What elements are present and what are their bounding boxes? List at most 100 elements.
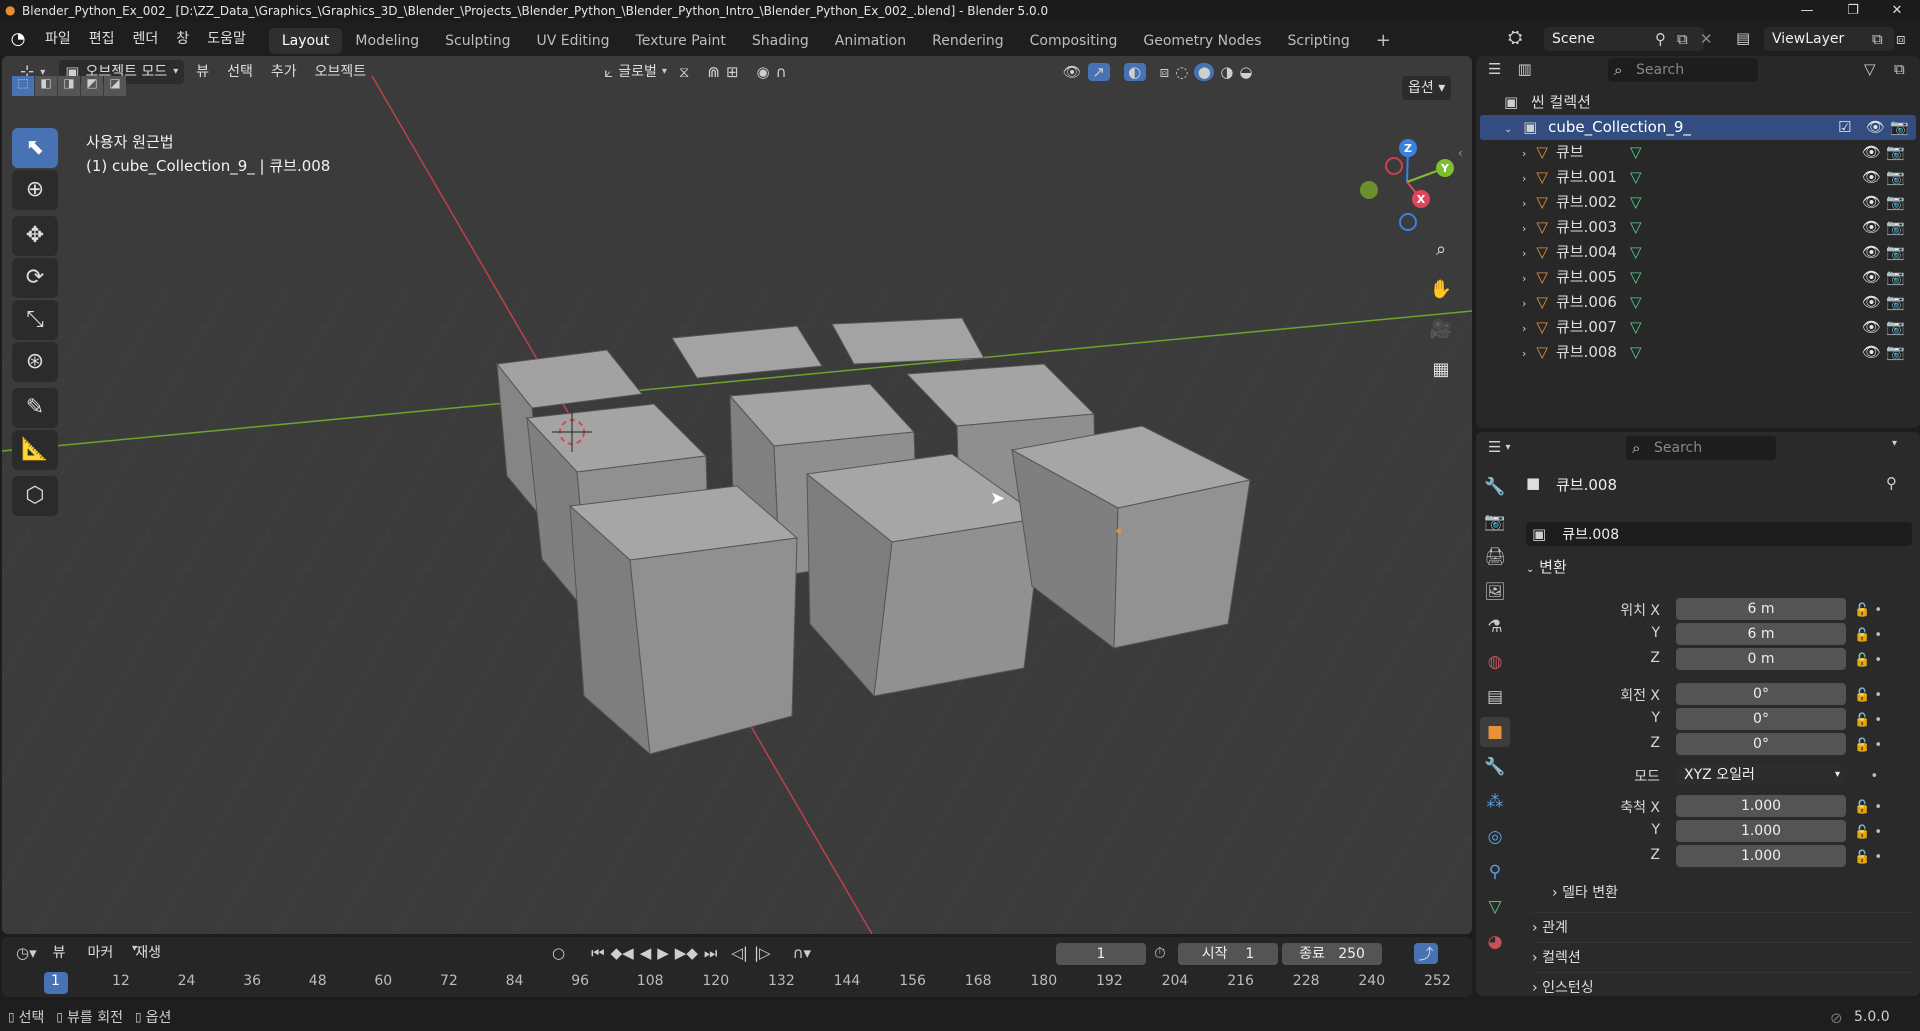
modifier-tab-icon[interactable]: 🔧: [1480, 752, 1510, 782]
blender-menu-icon[interactable]: ◔: [0, 29, 36, 49]
select-new-icon[interactable]: ⬚: [12, 76, 34, 96]
rotation-y-field[interactable]: 0°: [1676, 708, 1846, 730]
record-icon[interactable]: ○: [552, 944, 565, 962]
jump-end-icon[interactable]: ⏭: [704, 944, 718, 962]
start-frame-field[interactable]: 시작 1: [1178, 943, 1278, 965]
eye-icon[interactable]: 👁: [1862, 215, 1881, 240]
chevron-right-icon[interactable]: ›: [1522, 341, 1526, 366]
timeline-editor-icon[interactable]: ◷▾: [16, 944, 37, 962]
select-difference-icon[interactable]: ◩: [81, 76, 103, 96]
pin-icon[interactable]: ⚲: [1886, 474, 1897, 492]
camera-render-icon[interactable]: 📷: [1886, 315, 1905, 340]
lock-icon[interactable]: 🔓 •: [1854, 845, 1894, 870]
cursor-tool-icon[interactable]: ⊕: [12, 170, 58, 210]
outliner-object-row[interactable]: › ▽ 큐브.002 ▽ 👁 📷: [1476, 190, 1916, 215]
object-name-field[interactable]: ▣ 큐브.008: [1526, 522, 1912, 546]
relations-section[interactable]: › 관계: [1532, 912, 1912, 937]
camera-render-icon[interactable]: 📷: [1886, 340, 1905, 365]
object-tab-icon[interactable]: ■: [1480, 717, 1510, 747]
snap-target-icon[interactable]: ⊞: [726, 63, 739, 81]
tab-geometry-nodes[interactable]: Geometry Nodes: [1130, 28, 1274, 54]
tab-scripting[interactable]: Scripting: [1274, 28, 1362, 54]
properties-search-input[interactable]: Search: [1626, 436, 1776, 460]
outliner-object-row[interactable]: › ▽ 큐브.007 ▽ 👁 📷: [1476, 315, 1916, 340]
cube-back-right[interactable]: [831, 317, 985, 365]
camera-render-icon[interactable]: 📷: [1886, 240, 1905, 265]
wireframe-shading-icon[interactable]: ◌: [1175, 63, 1188, 81]
close-button[interactable]: ✕: [1874, 0, 1920, 22]
collection-row[interactable]: ⌄ ▣ cube_Collection_9_ ☑ 👁 📷: [1480, 115, 1916, 140]
lock-icon[interactable]: 🔓 •: [1854, 683, 1894, 708]
measure-tool-icon[interactable]: 📐: [12, 430, 58, 470]
scale-x-field[interactable]: 1.000: [1676, 795, 1846, 817]
jump-start-icon[interactable]: ⏮: [591, 944, 605, 962]
data-tab-icon[interactable]: ▽: [1480, 892, 1510, 922]
menu-file[interactable]: 파일: [36, 22, 80, 56]
move-tool-icon[interactable]: ✥: [12, 216, 58, 256]
scene-icon[interactable]: ⛭: [1508, 27, 1522, 48]
location-y-field[interactable]: 6 m: [1676, 623, 1846, 645]
menu-edit[interactable]: 편집: [80, 22, 124, 56]
physics-tab-icon[interactable]: ◎: [1480, 822, 1510, 852]
perspective-toggle-icon[interactable]: ▦: [1425, 354, 1457, 386]
options-dropdown[interactable]: 옵션 ▾: [1402, 76, 1452, 100]
tab-layout[interactable]: Layout: [268, 28, 343, 54]
outliner-editor-icon[interactable]: ☰: [1488, 60, 1501, 78]
render-tab-icon[interactable]: 📷: [1480, 507, 1510, 537]
delete-viewlayer-icon[interactable]: ⧈: [1896, 30, 1906, 48]
lock-icon[interactable]: 🔓 •: [1854, 623, 1894, 648]
chevron-right-icon[interactable]: ›: [1522, 241, 1526, 266]
play-icon[interactable]: ▶: [657, 944, 669, 962]
rotate-tool-icon[interactable]: ⟳: [12, 258, 58, 298]
mesh-data-icon[interactable]: ▽: [1630, 190, 1642, 215]
sidebar-toggle-icon[interactable]: ‹: [1458, 146, 1463, 160]
chevron-right-icon[interactable]: ›: [1522, 191, 1526, 216]
pan-hand-icon[interactable]: ✋: [1425, 274, 1457, 306]
delete-scene-icon[interactable]: ✕: [1700, 30, 1713, 48]
lock-icon[interactable]: 🔓 •: [1854, 598, 1894, 623]
material-shading-icon[interactable]: ◑: [1220, 63, 1233, 81]
pivot-point-icon[interactable]: ⧖: [679, 63, 690, 81]
rotation-z-field[interactable]: 0°: [1676, 733, 1846, 755]
scale-y-field[interactable]: 1.000: [1676, 820, 1846, 842]
menu-add[interactable]: 추가: [265, 60, 303, 84]
mesh-data-icon[interactable]: ▽: [1630, 140, 1642, 165]
location-x-field[interactable]: 6 m: [1676, 598, 1846, 620]
rotation-mode-dropdown[interactable]: XYZ 오일러 ▾: [1676, 764, 1846, 786]
select-intersect-icon[interactable]: ◪: [104, 76, 126, 96]
add-cube-tool-icon[interactable]: ⬡: [12, 476, 58, 516]
new-viewlayer-icon[interactable]: ⧉: [1872, 30, 1883, 48]
timeline-options-icon[interactable]: ⤴: [1414, 943, 1438, 964]
tool-tab-icon[interactable]: 🔧: [1480, 472, 1510, 502]
menu-view[interactable]: 뷰: [190, 60, 215, 84]
mesh-data-icon[interactable]: ▽: [1630, 165, 1642, 190]
auto-keying-icon[interactable]: ∩▾: [793, 944, 812, 962]
menu-select[interactable]: 선택: [221, 60, 259, 84]
tab-uv-editing[interactable]: UV Editing: [523, 28, 622, 54]
new-scene-icon[interactable]: ⧉: [1677, 30, 1688, 48]
lock-icon[interactable]: 🔓 •: [1854, 820, 1894, 845]
output-tab-icon[interactable]: 🖨: [1480, 542, 1510, 572]
menu-help[interactable]: 도움말: [198, 22, 255, 56]
tab-shading[interactable]: Shading: [739, 28, 822, 54]
chevron-right-icon[interactable]: ›: [1522, 166, 1526, 191]
mesh-data-icon[interactable]: ▽: [1630, 290, 1642, 315]
eye-icon[interactable]: 👁: [1862, 340, 1881, 365]
outliner-object-row[interactable]: › ▽ 큐브.003 ▽ 👁 📷: [1476, 215, 1916, 240]
rotation-x-field[interactable]: 0°: [1676, 683, 1846, 705]
pin-icon[interactable]: ⚲: [1655, 30, 1666, 48]
proportional-edit-icon[interactable]: ◉: [757, 63, 770, 81]
filter-icon[interactable]: ▽: [1864, 60, 1876, 78]
menu-window[interactable]: 창: [167, 22, 198, 56]
tab-texture-paint[interactable]: Texture Paint: [623, 28, 739, 54]
3d-viewport[interactable]: Z Y X ⊹ ▾ ▣ 오브젝트 모드 ▾ 뷰 선택 추가 오브젝트 ⟀ 글로벌…: [2, 56, 1472, 934]
camera-render-icon[interactable]: 📷: [1886, 265, 1905, 290]
particles-tab-icon[interactable]: ⁂: [1480, 787, 1510, 817]
mesh-data-icon[interactable]: ▽: [1630, 340, 1642, 365]
tab-rendering[interactable]: Rendering: [919, 28, 1017, 54]
outliner-object-row[interactable]: › ▽ 큐브.001 ▽ 👁 📷: [1476, 165, 1916, 190]
prev-keyframe-icon[interactable]: ◆◀: [611, 944, 634, 962]
camera-render-icon[interactable]: 📷: [1886, 290, 1905, 315]
snap-icon[interactable]: ⋒: [707, 63, 720, 81]
exclude-checkbox-icon[interactable]: ☑: [1838, 115, 1851, 140]
